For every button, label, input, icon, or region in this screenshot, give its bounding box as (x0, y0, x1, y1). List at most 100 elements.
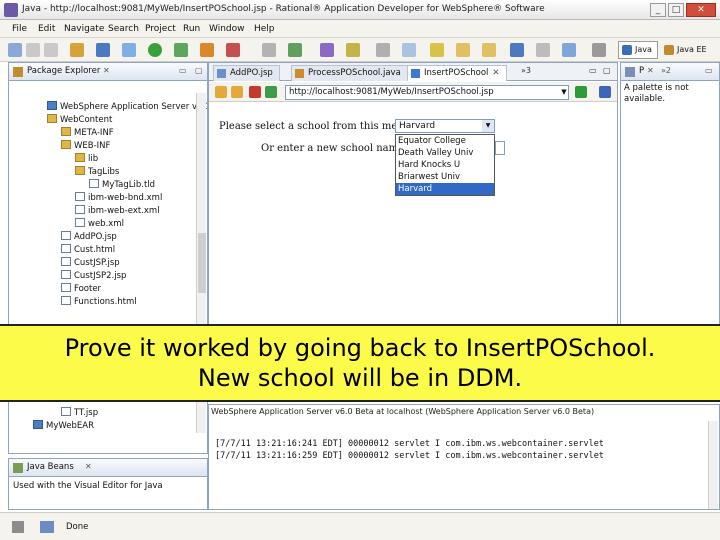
debug-run-icon[interactable] (122, 43, 136, 57)
view-overflow[interactable]: »2 (661, 66, 671, 75)
server-icon[interactable] (96, 43, 110, 57)
back-icon[interactable] (456, 43, 470, 57)
tree-item[interactable]: Functions.html (61, 296, 137, 309)
external-browser-icon[interactable] (599, 86, 611, 98)
file-icon (89, 179, 99, 188)
menu-help[interactable]: Help (254, 24, 275, 34)
browser-icon (411, 69, 420, 78)
new-class-icon[interactable] (226, 43, 240, 57)
console-scrollbar[interactable] (708, 421, 718, 509)
maximize-editor-icon[interactable]: ▢ (603, 66, 611, 75)
menu-window[interactable]: Window (209, 24, 245, 34)
minimize-button[interactable]: _ (650, 3, 666, 17)
minimize-editor-icon[interactable]: ▭ (589, 66, 597, 75)
tree-item[interactable]: TagLibs (75, 166, 119, 179)
last-edit-icon[interactable] (430, 43, 444, 57)
menu-project[interactable]: Project (145, 24, 176, 34)
tree-item[interactable]: ibm-web-bnd.xml (75, 192, 162, 205)
external-tools-icon[interactable] (174, 43, 188, 57)
menu-run[interactable]: Run (183, 24, 200, 34)
next-annotation-icon[interactable] (402, 43, 416, 57)
compare-icon[interactable] (536, 43, 550, 57)
package-explorer-title: Package Explorer (27, 66, 101, 76)
tree-item[interactable]: WebSphere Application Server v6.1 (47, 101, 207, 114)
annotation-icon[interactable] (376, 43, 390, 57)
open-perspective-icon[interactable] (592, 43, 606, 57)
chevron-down-icon[interactable]: ▼ (482, 120, 494, 132)
new-java-project-icon[interactable] (200, 43, 214, 57)
java-perspective-button[interactable]: Java (618, 41, 658, 59)
school-option[interactable]: Death Valley Univ (396, 147, 494, 159)
menu-file[interactable]: File (12, 24, 27, 34)
tree-item[interactable]: CustJSP.jsp (61, 257, 120, 270)
java-ee-perspective-button[interactable]: Java EE (660, 41, 716, 59)
tree-item[interactable]: Cust.html (61, 244, 115, 257)
tree-item[interactable]: META-INF (61, 127, 114, 140)
close-tab-icon[interactable]: ✕ (492, 68, 499, 78)
pencil-icon[interactable] (346, 43, 360, 57)
school-option-selected[interactable]: Harvard (396, 183, 494, 195)
school-option[interactable]: Hard Knocks U (396, 159, 494, 171)
history-icon[interactable] (562, 43, 576, 57)
status-text: Done (66, 522, 89, 532)
close-view-icon[interactable]: ✕ (103, 66, 110, 75)
close-button[interactable]: ✕ (686, 3, 716, 17)
save-icon[interactable] (26, 43, 40, 57)
console-line: [7/7/11 13:21:16:259 EDT] 00000012 servl… (215, 451, 604, 461)
tree-item[interactable]: Footer (61, 283, 101, 296)
maximize-button[interactable]: □ (668, 3, 684, 17)
refresh-icon[interactable] (265, 86, 277, 98)
minimize-view-icon[interactable]: ▭ (705, 66, 713, 75)
scrollbar-thumb[interactable] (198, 233, 206, 293)
tree-item[interactable]: lib (75, 153, 98, 166)
school-option[interactable]: Equator College (396, 135, 494, 147)
tab-addpo[interactable]: AddPO.jsp (213, 65, 280, 81)
tab-insertposchool[interactable]: InsertPOSchool ✕ (407, 65, 507, 81)
window-title: Java - http://localhost:9081/MyWeb/Inser… (22, 4, 545, 14)
editor-tabs: AddPO.jsp ProcessPOSchool.java InsertPOS… (209, 63, 617, 81)
menu-search[interactable]: Search (108, 24, 139, 34)
forward-icon[interactable] (482, 43, 496, 57)
url-dropdown-icon[interactable]: ▼ (559, 85, 569, 100)
tree-item[interactable]: WebContent (47, 114, 112, 127)
tree-item[interactable]: AddPO.jsp (61, 231, 117, 244)
search-icon[interactable] (320, 43, 334, 57)
tab-processposchool[interactable]: ProcessPOSchool.java (291, 65, 408, 81)
pin-icon[interactable] (510, 43, 524, 57)
menu-edit[interactable]: Edit (38, 24, 55, 34)
close-view-icon[interactable]: ✕ (85, 462, 92, 471)
school-option[interactable]: Briarwest Univ (396, 171, 494, 183)
tree-item[interactable]: MyWebEAR (33, 420, 94, 433)
tree-item[interactable]: MyTagLib.tld (89, 179, 155, 192)
close-view-icon[interactable]: ✕ (647, 66, 654, 75)
open-type-icon[interactable] (262, 43, 276, 57)
tree-item[interactable]: ibm-web-ext.xml (75, 205, 160, 218)
tree-item[interactable]: WEB-INF (61, 140, 110, 153)
tree-item[interactable]: CustJSP2.jsp (61, 270, 126, 283)
back-arrow-icon[interactable] (215, 86, 227, 98)
print-icon[interactable] (44, 43, 58, 57)
package-explorer-tab[interactable]: Package Explorer ✕ ▭ ▢ (9, 63, 207, 81)
forward-arrow-icon[interactable] (231, 86, 243, 98)
go-icon[interactable] (575, 86, 587, 98)
browser-toolbar: http://localhost:9081/MyWeb/InsertPOScho… (209, 82, 617, 102)
maximize-view-icon[interactable]: ▢ (195, 66, 203, 75)
java-beans-tab[interactable]: Java Beans ✕ (9, 459, 207, 477)
select-school-label: Please select a school from this menu: (219, 121, 414, 132)
tree-item[interactable]: web.xml (75, 218, 124, 231)
open-resource-icon[interactable] (288, 43, 302, 57)
run-icon[interactable] (148, 43, 162, 57)
menu-navigate[interactable]: Navigate (64, 24, 104, 34)
url-input[interactable]: http://localhost:9081/MyWeb/InsertPOScho… (285, 85, 569, 100)
new-school-input[interactable] (495, 141, 505, 155)
tab-overflow[interactable]: »3 (521, 66, 531, 75)
app-icon (4, 3, 18, 17)
palette-tab[interactable]: P ✕ »2 ▭ (621, 63, 719, 81)
school-select[interactable]: Harvard ▼ (395, 119, 495, 133)
stop-icon[interactable] (249, 86, 261, 98)
fast-view-icon[interactable] (12, 521, 24, 533)
minimize-view-icon[interactable]: ▭ (179, 66, 187, 75)
tree-item[interactable]: TT.jsp (61, 407, 98, 420)
new-icon[interactable] (8, 43, 22, 57)
debug-icon[interactable] (70, 43, 84, 57)
